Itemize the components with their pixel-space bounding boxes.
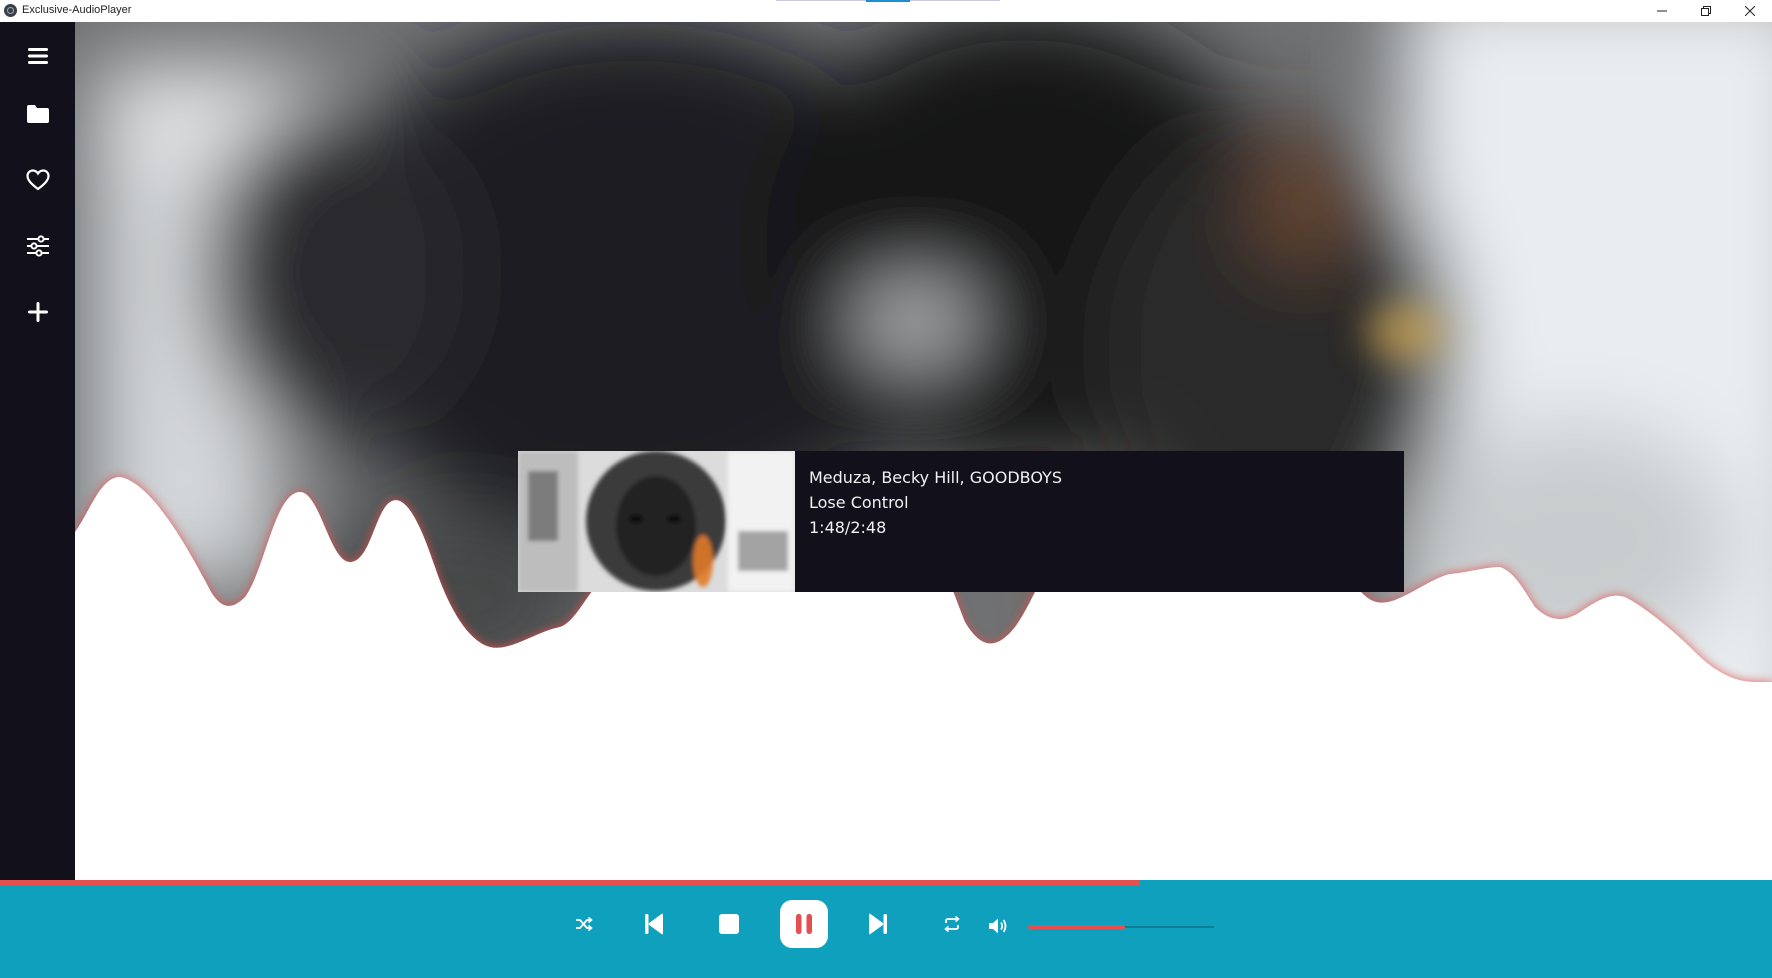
pause-button[interactable] [780, 900, 828, 948]
repeat-icon [944, 915, 960, 933]
heart-icon [25, 169, 50, 191]
hamburger-menu-icon [27, 48, 48, 64]
restore-button[interactable] [1684, 0, 1728, 22]
volume-slider[interactable] [1028, 925, 1214, 929]
volume-slider-fill [1028, 925, 1125, 929]
title-bar-divider [776, 0, 866, 1]
skip-next-icon [869, 913, 887, 935]
shuffle-icon [576, 916, 593, 932]
folder-icon [26, 105, 49, 123]
close-icon [1745, 6, 1755, 16]
title-bar-divider [910, 0, 1000, 1]
repeat-button[interactable] [936, 908, 968, 940]
track-info: Meduza, Becky Hill, GOODBOYS Lose Contro… [809, 465, 1062, 540]
sidebar-item-add[interactable] [0, 287, 75, 337]
now-playing-card: Meduza, Becky Hill, GOODBOYS Lose Contro… [518, 451, 1404, 592]
visualizer-area: Meduza, Becky Hill, GOODBOYS Lose Contro… [75, 22, 1772, 880]
sidebar-item-equalizer[interactable] [0, 221, 75, 271]
title-bar: Exclusive-AudioPlayer [0, 0, 1772, 22]
sidebar-item-menu[interactable] [0, 31, 75, 81]
sliders-icon [26, 235, 49, 257]
track-time: 1:48/2:48 [809, 518, 887, 537]
volume-icon [989, 918, 1007, 934]
window-title: Exclusive-AudioPlayer [22, 4, 132, 16]
pause-icon [796, 914, 812, 934]
sidebar-item-favorites[interactable] [0, 155, 75, 205]
volume-button[interactable] [982, 910, 1014, 942]
player-controls-bar [0, 886, 1772, 978]
app-logo-icon [4, 4, 17, 17]
plus-icon [27, 302, 48, 322]
stop-button[interactable] [711, 906, 747, 942]
sidebar-item-library[interactable] [0, 89, 75, 139]
stop-icon [719, 914, 739, 934]
track-artist: Meduza, Becky Hill, GOODBOYS [809, 468, 1062, 487]
minimize-button[interactable] [1640, 0, 1684, 22]
next-button[interactable] [860, 906, 896, 942]
close-button[interactable] [1728, 0, 1772, 22]
skip-previous-icon [645, 913, 663, 935]
restore-icon [1701, 6, 1711, 16]
minimize-icon [1657, 10, 1667, 12]
track-title: Lose Control [809, 493, 909, 512]
album-cover [518, 451, 795, 592]
sidebar [0, 22, 75, 880]
previous-button[interactable] [636, 906, 672, 942]
title-bar-active-indicator [866, 0, 910, 2]
shuffle-button[interactable] [568, 908, 600, 940]
